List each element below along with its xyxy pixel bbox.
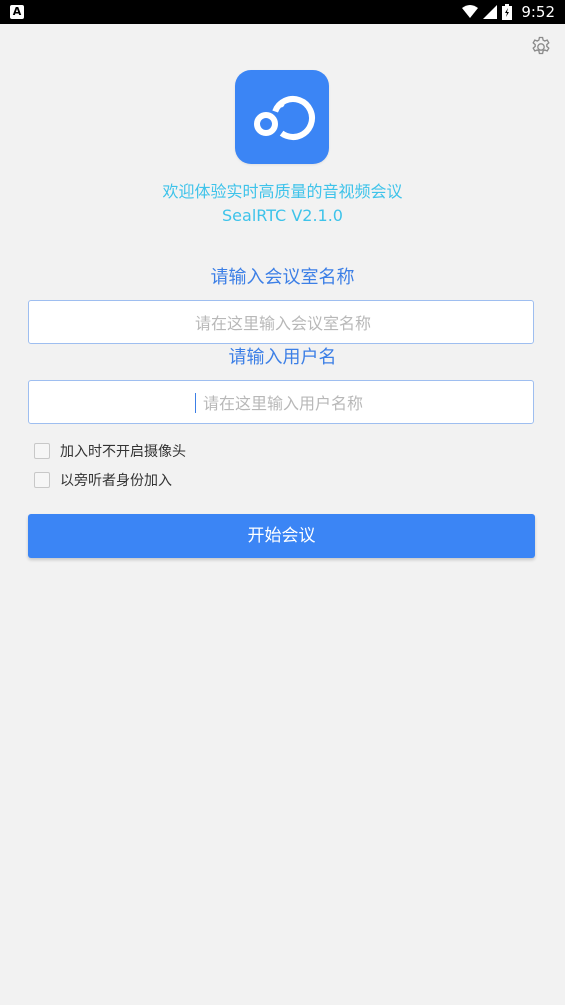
- battery-icon: [502, 4, 513, 20]
- room-name-input[interactable]: [29, 301, 537, 345]
- user-name-input[interactable]: [29, 381, 537, 425]
- room-name-field[interactable]: [28, 300, 537, 345]
- wifi-icon: [462, 5, 479, 18]
- text-caret: [195, 393, 196, 413]
- status-bar: A 9:52: [0, 0, 565, 24]
- user-name-field[interactable]: [28, 380, 537, 425]
- cell-signal-icon: [483, 5, 498, 19]
- start-meeting-button[interactable]: 开始会议: [28, 514, 535, 558]
- disable-camera-label: 加入时不开启摄像头: [60, 444, 186, 460]
- version-text: SealRTC V2.1.0: [222, 206, 343, 225]
- notification-a-icon: A: [10, 5, 24, 19]
- observer-option[interactable]: 以旁听者身份加入: [34, 470, 172, 490]
- status-time: 9:52: [521, 3, 555, 21]
- disable-camera-checkbox[interactable]: [34, 443, 50, 459]
- room-name-label: 请输入会议室名称: [210, 267, 355, 288]
- status-icons: 9:52: [462, 2, 555, 22]
- user-name-label: 请输入用户名: [228, 347, 337, 368]
- disable-camera-option[interactable]: 加入时不开启摄像头: [34, 441, 186, 461]
- gear-icon[interactable]: [529, 35, 553, 59]
- welcome-text: 欢迎体验实时高质量的音视频会议: [162, 182, 403, 201]
- observer-label: 以旁听者身份加入: [60, 473, 172, 489]
- sealrtc-logo-icon: [235, 70, 329, 164]
- observer-checkbox[interactable]: [34, 472, 50, 488]
